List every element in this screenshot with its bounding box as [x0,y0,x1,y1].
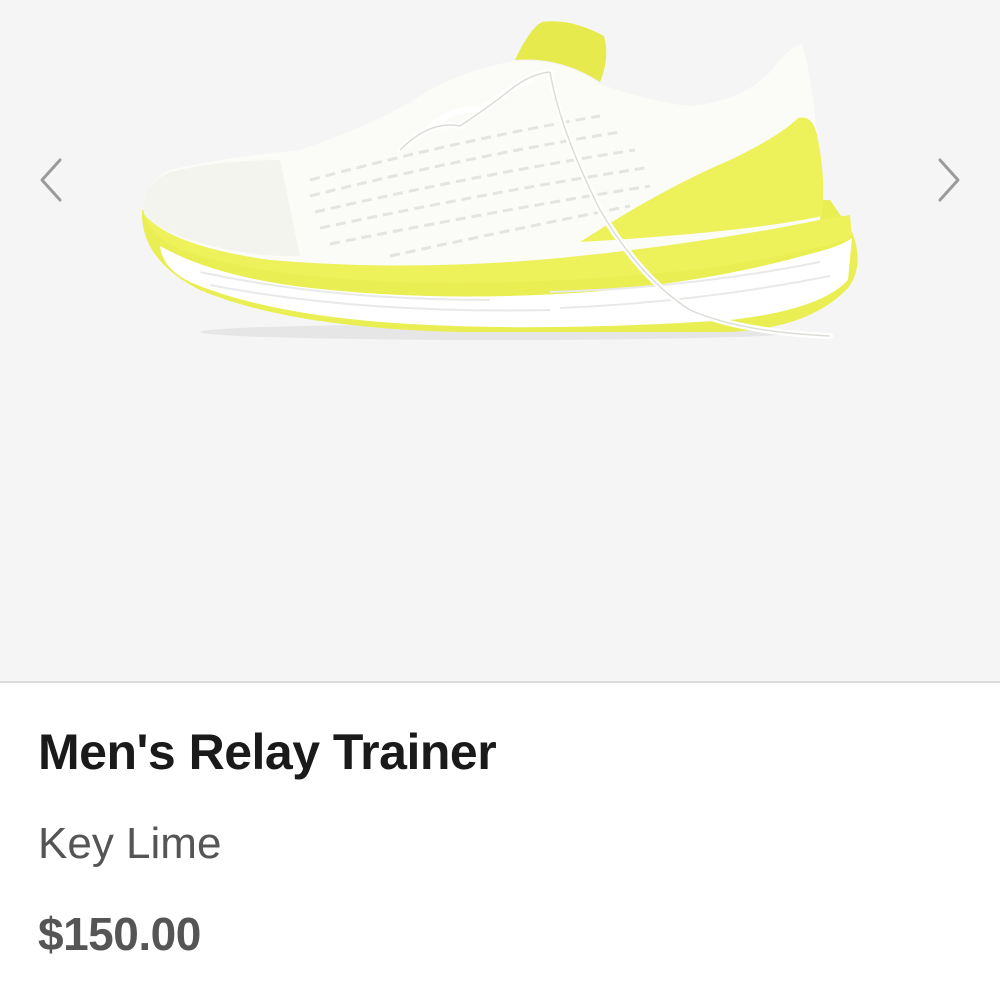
product-page: Men's Relay Trainer Key Lime $150.00 [0,0,1000,1000]
product-color-name: Key Lime [38,819,222,868]
chevron-right-icon [938,158,960,202]
next-image-button[interactable] [928,150,968,210]
product-title[interactable]: Men's Relay Trainer [38,723,497,781]
product-image[interactable] [130,10,870,350]
previous-image-button[interactable] [32,150,72,210]
product-image-gallery[interactable] [0,0,1000,683]
product-price: $150.00 [38,908,201,960]
chevron-left-icon [40,158,62,202]
product-info: Men's Relay Trainer Key Lime $150.00 [0,683,1000,1000]
